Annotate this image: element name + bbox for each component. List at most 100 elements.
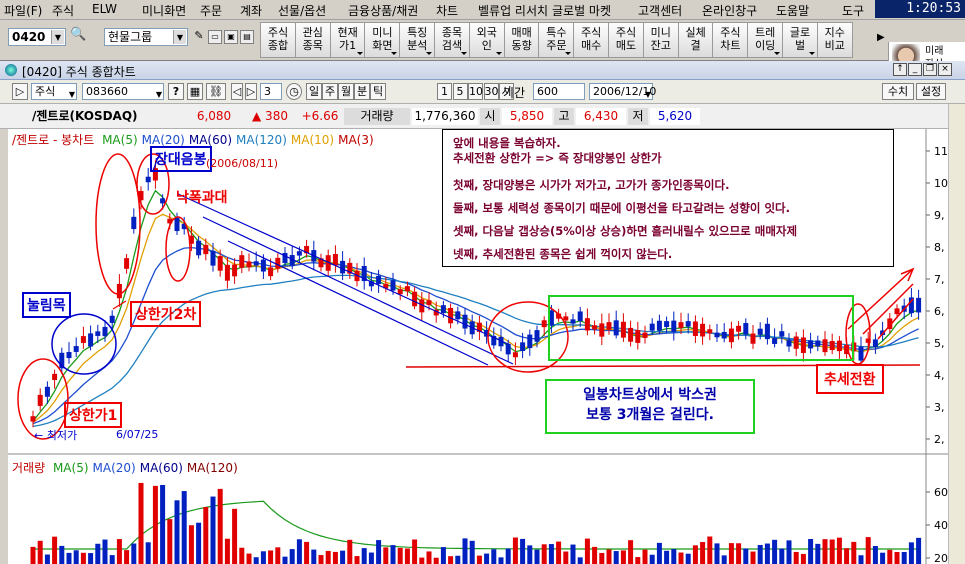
volume-bar	[131, 543, 137, 564]
menu-item[interactable]: 선물/옵션	[278, 2, 326, 19]
minimize-icon[interactable]: _	[908, 63, 922, 76]
menu-item[interactable]: 벨류업 리서치	[478, 2, 548, 19]
volume-bar	[145, 542, 151, 564]
period-input[interactable]: 600	[533, 83, 585, 100]
help-button[interactable]: ?	[168, 83, 184, 100]
stock-code-input[interactable]: 083660 ▼	[82, 83, 164, 100]
candle-body	[131, 216, 137, 230]
toolbar-button[interactable]: 주식 차트	[712, 22, 749, 58]
volume-bar	[534, 549, 540, 564]
menu-item[interactable]: 온라인창구	[702, 2, 757, 19]
volume-bar	[325, 550, 331, 564]
close-icon[interactable]: ×	[938, 63, 952, 76]
grid-icon[interactable]: ▦	[187, 83, 203, 100]
date-input[interactable]: 2006/12/10 ▼	[589, 83, 656, 100]
screen-number-input[interactable]: 0420 ▼	[8, 28, 66, 46]
toolbar-button[interactable]: 특수 주문	[538, 22, 575, 58]
menu-item[interactable]: 금융상품/채권	[348, 2, 418, 19]
menu-item[interactable]: 파일(F)	[4, 2, 42, 19]
toolbar-button[interactable]: 종목 검색	[434, 22, 470, 58]
period-button[interactable]: 분	[354, 83, 370, 100]
save-icon[interactable]: ▤	[240, 30, 254, 44]
candle-body	[332, 254, 338, 266]
volume-bar	[844, 548, 850, 564]
volume-bar	[181, 491, 187, 564]
menu-item[interactable]: 고객센터	[638, 2, 682, 19]
volume-bar	[354, 556, 360, 564]
period-button[interactable]: 주	[322, 83, 338, 100]
clock: 1:20:53	[875, 0, 965, 18]
volume-bar	[138, 482, 144, 564]
menu-item[interactable]: 주식	[52, 2, 74, 19]
toolbar-button[interactable]: 미니 잔고	[642, 22, 679, 58]
toolbar-button[interactable]: 실체 결	[677, 22, 714, 58]
quick-count-button[interactable]: 1	[437, 83, 452, 100]
next-icon[interactable]: ▷	[245, 83, 257, 100]
chevron-down-icon[interactable]: ▼	[51, 30, 64, 44]
toolbar-button[interactable]: 매매 동향	[503, 22, 540, 58]
volume-bar	[570, 544, 576, 564]
toolbar-button[interactable]: 외국 인	[468, 22, 505, 58]
toolbar-button[interactable]: 미니 화면	[364, 22, 401, 58]
toolbar-button[interactable]: 특징 분석	[399, 22, 436, 58]
group-value: 현물그룹	[108, 30, 153, 44]
period-button[interactable]: 틱	[370, 83, 386, 100]
manual-button[interactable]: 수치	[882, 83, 914, 100]
volume-bar	[347, 539, 353, 564]
candle-body	[527, 334, 533, 349]
menu-item[interactable]: 주문	[200, 2, 222, 19]
toolbar-scroll-icon[interactable]: ▶	[877, 32, 885, 43]
toolbar-button[interactable]: 지수 비교	[816, 22, 853, 58]
quick-count-button[interactable]: 10	[468, 83, 483, 100]
up-icon[interactable]: ↑	[893, 63, 907, 76]
market-select[interactable]: 주식 ▼	[31, 83, 77, 100]
volume-bar	[296, 539, 302, 564]
period-button[interactable]: 월	[338, 83, 354, 100]
period-button[interactable]: 일	[306, 83, 322, 100]
menu-item[interactable]: 계좌	[240, 2, 262, 19]
window-icon[interactable]: ▭	[208, 30, 222, 44]
toolbar-button[interactable]: 주식 매수	[573, 22, 610, 58]
group-select[interactable]: 현물그룹 ▼	[104, 28, 188, 46]
menu-item[interactable]: 미니화면	[142, 2, 186, 19]
volume-bar	[311, 549, 317, 564]
link-icon[interactable]: ⛓	[206, 83, 226, 100]
menu-item[interactable]: 도구	[842, 2, 864, 19]
candle-body	[210, 250, 216, 266]
annotation-low: ← 최저가	[34, 429, 78, 442]
vertical-scrollbar[interactable]	[948, 104, 965, 564]
toolbar-button[interactable]: 현재 가1	[329, 22, 366, 58]
candle-body	[376, 275, 382, 285]
restore-icon[interactable]: ❐	[923, 63, 937, 76]
y-tick-label: 8,	[934, 241, 945, 254]
play-icon[interactable]: ▷	[12, 83, 28, 100]
candle-body	[412, 291, 418, 307]
app-icon	[5, 64, 17, 76]
volume-ma-legend-item: MA(20)	[92, 461, 136, 475]
toolbar-button[interactable]: 주식 종합	[260, 22, 296, 58]
candle-body	[260, 259, 266, 272]
legend-title: /젠트로 - 봉차트	[12, 133, 95, 147]
prev-icon[interactable]: ◁	[231, 83, 243, 100]
count-input[interactable]: 3	[260, 83, 282, 100]
menu-item[interactable]: ELW	[92, 2, 117, 16]
lock-icon[interactable]: ▣	[224, 30, 238, 44]
menu-item[interactable]: 도움말	[776, 2, 809, 19]
settings-button[interactable]: 설정	[916, 83, 946, 100]
clock-icon[interactable]: ◷	[286, 83, 302, 100]
menu-item[interactable]: 차트	[436, 2, 458, 19]
quick-count-button[interactable]: 30	[483, 83, 499, 100]
toolbar-button[interactable]: 관심 종목	[294, 22, 331, 58]
chevron-down-icon: ▼	[644, 90, 651, 99]
search-icon[interactable]: 🔍	[70, 28, 86, 43]
volume-bar	[152, 485, 158, 564]
toolbar-button[interactable]: 주식 매도	[608, 22, 644, 58]
menu-item[interactable]: 글로벌 마켓	[552, 2, 611, 19]
edit-icon[interactable]: ✎	[192, 30, 206, 44]
low-label: 저	[628, 108, 648, 125]
volume-bar	[599, 552, 605, 564]
quick-count-button[interactable]: 5	[452, 83, 468, 100]
chevron-down-icon[interactable]: ▼	[173, 30, 186, 44]
toolbar-button[interactable]: 트레 이딩	[747, 22, 784, 58]
toolbar-button[interactable]: 글로 벌	[782, 22, 818, 58]
